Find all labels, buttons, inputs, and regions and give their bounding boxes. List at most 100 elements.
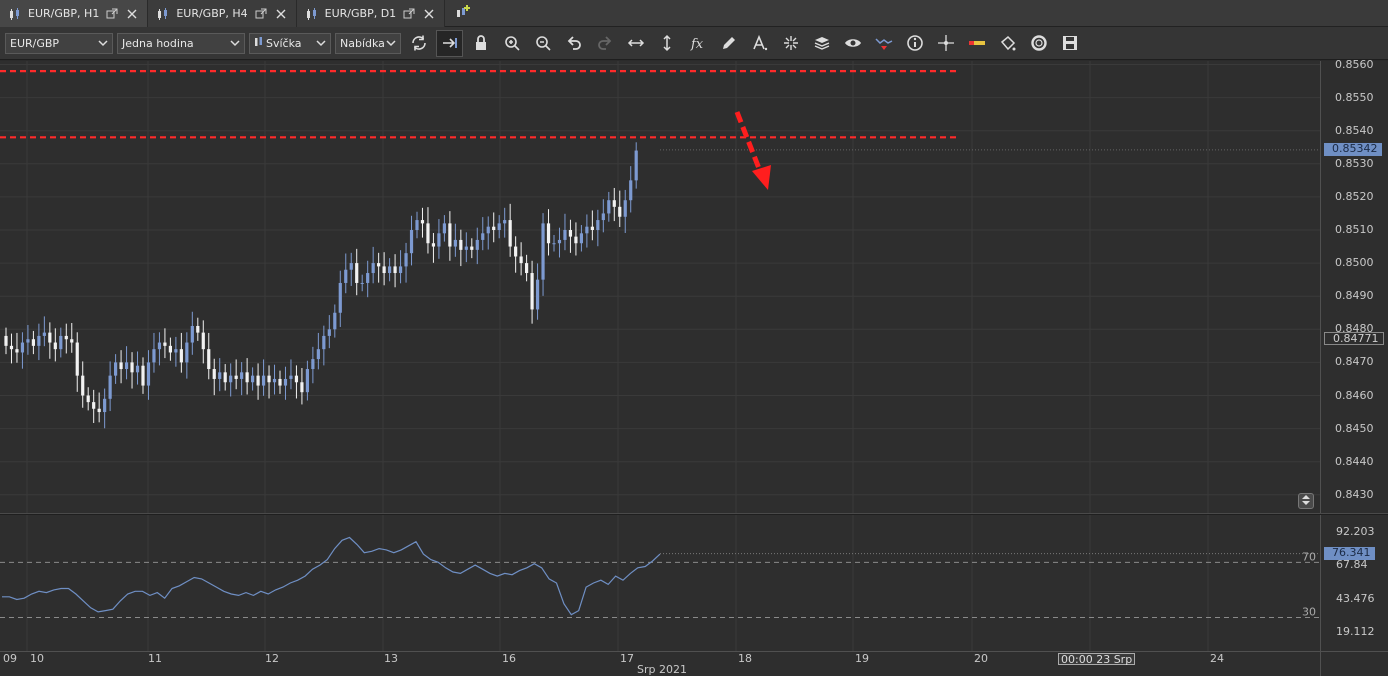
rsi-chart[interactable]: 70 30 [0,515,1320,651]
rsi-tick: 43.476 [1336,591,1375,605]
layers-icon[interactable] [808,30,835,57]
candle-body [20,342,25,353]
zoom-in-icon[interactable] [498,30,525,57]
save-icon[interactable] [1056,30,1083,57]
candle-body [398,266,403,274]
close-icon[interactable] [422,7,436,21]
candle-body [349,263,353,270]
candlestick-icon [305,7,319,21]
cursor-cross-icon[interactable] [932,30,959,57]
price-tick: 0.8500 [1335,256,1374,270]
candle-body [618,206,622,217]
rsi-line [2,536,661,616]
pencil-icon[interactable] [715,30,742,57]
candle-body [437,233,441,247]
fill-icon[interactable] [994,30,1021,57]
arrow-head [752,165,771,190]
axis-scale-button[interactable] [1298,493,1314,509]
candle-body [316,349,320,360]
shift-chart-icon[interactable] [436,29,463,57]
price-tick: 0.8490 [1335,289,1374,303]
tab-eurgbp-h4[interactable]: EUR/GBP, H4 [148,0,297,27]
candle-body [420,220,425,224]
eye-icon[interactable] [839,30,866,57]
candle-body [168,345,172,353]
candle-body [218,372,222,379]
candle-body [464,246,468,250]
price-side-select[interactable]: Nabídka [335,32,401,54]
price-tick: 0.8450 [1335,421,1374,435]
candle-body [86,395,90,403]
candle-body [497,223,501,230]
text-tool-icon[interactable] [746,30,773,57]
candle-body [596,220,600,230]
candle-body [311,359,315,370]
chevron-down-icon [316,38,326,48]
candle-body [492,226,496,230]
candle-body [59,335,63,350]
close-icon[interactable] [274,7,288,21]
zoom-out-icon[interactable] [529,30,556,57]
rsi-level-label: 30 [1302,605,1316,618]
candle-body [234,375,238,379]
candle-body [207,349,211,370]
period-select[interactable]: Jedna hodina [117,32,245,54]
price-tick: 0.8530 [1335,156,1374,170]
candle-body [4,335,8,346]
template-icon[interactable] [1025,30,1052,57]
candle-body [261,375,266,386]
candle-body [92,402,96,409]
candle-body [508,220,512,247]
vertical-resize-icon[interactable] [653,30,680,57]
tab-eurgbp-d1[interactable]: EUR/GBP, D1 [296,0,446,27]
rsi-tick: 19.112 [1336,625,1375,639]
up-down-icon [1301,494,1311,509]
rsi-pane[interactable]: 70 30 [0,515,1320,651]
chart-type-select[interactable]: Svíčka [249,32,331,54]
candle-body [75,342,79,376]
chevron-down-icon [98,38,108,48]
candle-body [70,339,74,343]
redo-icon[interactable] [591,30,618,57]
detach-icon[interactable] [105,7,119,21]
candle-body [442,223,446,234]
tab-label: EUR/GBP, H1 [28,7,100,20]
instrument-select[interactable]: EUR/GBP [5,32,113,54]
candle-body [108,375,112,399]
time-tick: 12 [265,652,279,665]
indicators-icon[interactable]: fx [684,30,711,57]
svg-text:fx: fx [690,37,704,52]
crosshair-icon[interactable] [777,30,804,57]
current-price-badge: 0.85342 [1324,142,1382,156]
signals-icon[interactable] [870,30,897,57]
candle-body [190,325,194,343]
undo-icon[interactable] [560,30,587,57]
price-tick: 0.8430 [1335,487,1374,501]
price-axis[interactable]: 0.8560 0.8550 0.8540 0.8530 0.8520 0.8510 0.85… [1320,58,1388,513]
detach-icon[interactable] [254,7,268,21]
time-axis[interactable]: 09 10 11 12 13 16 17 18 19 20 24 Srp 2021 00:00 23… [0,651,1320,676]
candlestick-chart[interactable] [0,61,1320,513]
info-icon[interactable] [901,30,928,57]
ruler-icon[interactable] [963,30,990,57]
candle-body [366,273,370,283]
candle-body [196,325,200,333]
close-icon[interactable] [125,7,139,21]
candle-body [552,243,556,245]
candle-body [481,233,485,240]
candle-body [212,369,216,379]
price-tick: 0.8520 [1335,189,1374,203]
horizontal-resize-icon[interactable] [622,30,649,57]
new-chart-button[interactable] [445,0,481,26]
lock-icon[interactable] [467,30,494,57]
candle-body [503,220,507,224]
tab-eurgbp-h1[interactable]: EUR/GBP, H1 [0,0,149,27]
candle-body [541,223,545,280]
candle-body [305,369,309,393]
rsi-axis[interactable]: 92.203 67.84 43.476 19.112 76.341 [1320,515,1388,651]
marker-price-badge: 0.84771 [1324,331,1384,345]
detach-icon[interactable] [402,7,416,21]
refresh-icon[interactable] [405,30,432,57]
price-chart-pane[interactable] [0,61,1320,513]
tab-label: EUR/GBP, H4 [176,7,248,20]
